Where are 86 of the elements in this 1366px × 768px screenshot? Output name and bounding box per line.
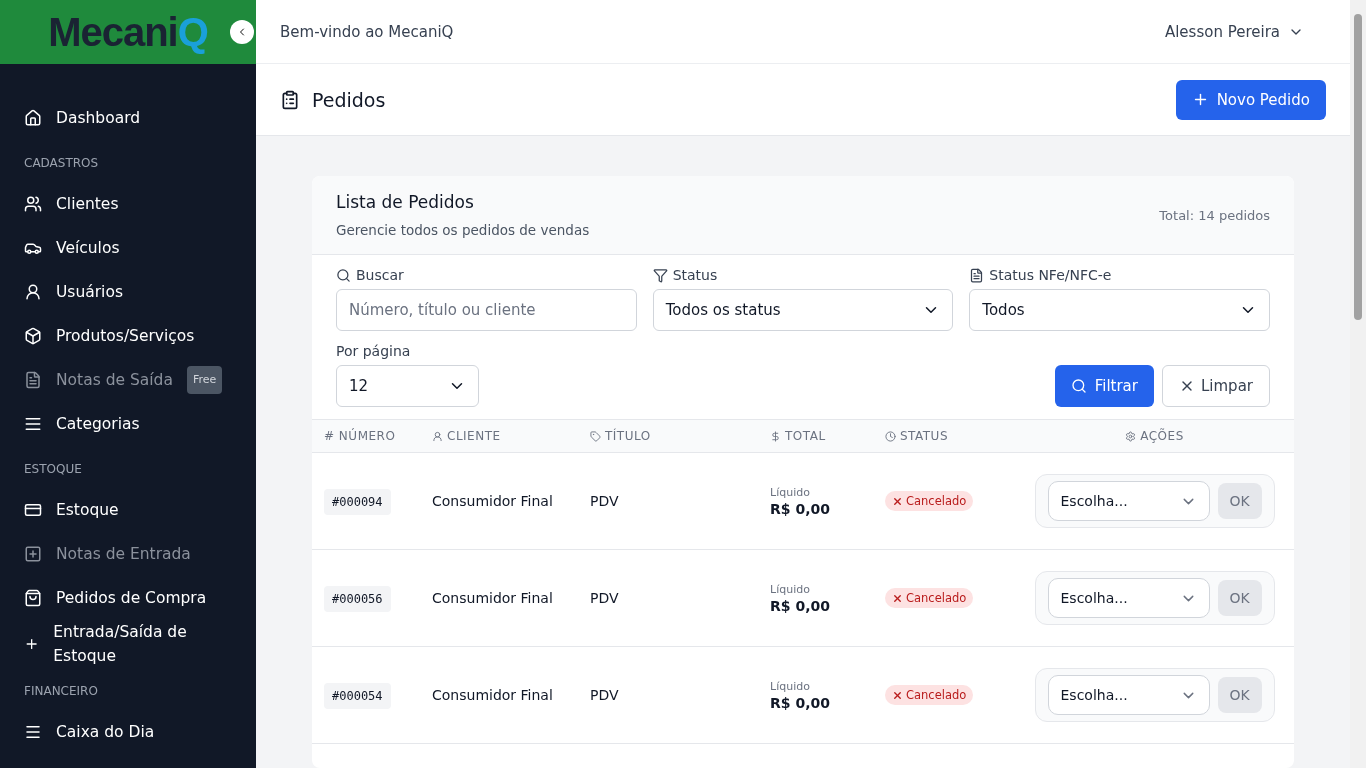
card-icon xyxy=(24,501,42,519)
ok-button[interactable]: OK xyxy=(1217,483,1262,519)
field-label: Status NFe/NFC-e xyxy=(989,267,1112,283)
logo: MecaniQ xyxy=(48,9,208,55)
status-badge: Cancelado xyxy=(885,588,974,608)
table-cell-text: PDV xyxy=(590,687,620,703)
total-count: Total: 14 pedidos xyxy=(1159,207,1270,223)
action-select[interactable]: Escolha... xyxy=(1047,578,1210,618)
new-order-button[interactable]: Novo Pedido xyxy=(1175,79,1326,120)
clock-icon xyxy=(885,430,896,442)
collapse-button[interactable] xyxy=(230,20,254,44)
total-label: Líquido xyxy=(770,679,811,693)
user-icon xyxy=(24,283,42,301)
order-number: #000054 xyxy=(324,683,391,709)
column-header: TOTAL xyxy=(785,429,826,443)
table-cell-text: Consumidor Final xyxy=(432,687,554,703)
sidebar-item[interactable]: Veículos xyxy=(24,226,224,270)
user-menu[interactable]: Alesson Pereira xyxy=(1158,21,1310,42)
gear-icon xyxy=(1125,430,1137,442)
table-cell-text: Consumidor Final xyxy=(432,493,554,509)
status-select[interactable]: Todos os status xyxy=(652,289,954,331)
total-label: Líquido xyxy=(770,485,811,499)
order-number: #000094 xyxy=(324,489,391,515)
column-header: AÇÕES xyxy=(1140,429,1184,443)
field-label: Por página xyxy=(336,343,411,359)
sidebar-item[interactable]: Dashboard xyxy=(24,96,224,140)
page-title: Pedidos xyxy=(312,88,386,111)
action-select[interactable]: Escolha... xyxy=(1047,481,1210,521)
filter-icon xyxy=(652,267,668,283)
search-field[interactable]: Número, título ou cliente xyxy=(336,289,637,331)
field-label: Status xyxy=(672,267,718,283)
search-icon xyxy=(1070,378,1087,394)
column-header: CLIENTE xyxy=(447,429,501,443)
card-title: Lista de Pedidos xyxy=(336,192,475,212)
sidebar-item[interactable]: Entrada/Saída de Estoque xyxy=(24,620,224,668)
field-label: Buscar xyxy=(356,267,404,283)
sidebar-item[interactable]: Usuários xyxy=(24,270,224,314)
welcome-text: Bem-vindo ao MecaniQ xyxy=(280,22,454,41)
box-icon xyxy=(24,327,42,345)
sidebar-item[interactable]: Pedidos de Compra xyxy=(24,576,224,620)
ok-button[interactable]: OK xyxy=(1217,580,1262,616)
clear-button[interactable]: Limpar xyxy=(1161,365,1270,407)
dollar-icon xyxy=(770,430,781,442)
user-icon xyxy=(432,430,443,442)
plus-square-icon xyxy=(24,545,42,563)
filter-button[interactable]: Filtrar xyxy=(1054,365,1154,407)
table-cell-text: PDV xyxy=(590,493,620,509)
status-badge: Cancelado xyxy=(885,491,974,511)
nfe-status-select[interactable]: Todos xyxy=(969,289,1270,331)
table-cell-text: Consumidor Final xyxy=(432,590,554,606)
x-icon xyxy=(892,689,903,701)
column-header: STATUS xyxy=(900,429,949,443)
total-value: R$ 0,00 xyxy=(770,500,831,517)
ok-button[interactable]: OK xyxy=(1217,677,1262,713)
bag-icon xyxy=(24,589,42,607)
status-badge: Cancelado xyxy=(885,685,974,705)
clipboard-icon xyxy=(280,89,300,110)
users-icon xyxy=(24,195,42,213)
document-icon xyxy=(24,371,42,389)
section-heading: FINANCEIRO xyxy=(24,684,99,698)
free-badge: Free xyxy=(186,366,223,394)
section-heading: ESTOQUE xyxy=(24,462,83,476)
column-header: # NÚMERO xyxy=(324,429,396,443)
per-page-select[interactable]: 12 xyxy=(336,365,479,407)
sidebar-item[interactable]: Clientes xyxy=(24,182,224,226)
section-heading: CADASTROS xyxy=(24,156,100,170)
x-icon xyxy=(892,495,903,507)
sidebar-item[interactable]: Categorias xyxy=(24,402,224,446)
sidebar-item[interactable]: Produtos/Serviços xyxy=(24,314,224,358)
home-icon xyxy=(24,109,42,127)
order-number: #000056 xyxy=(324,586,391,612)
total-value: R$ 0,00 xyxy=(770,597,831,614)
sidebar-item[interactable]: Caixa do Dia xyxy=(24,710,224,754)
card-subtitle: Gerencie todos os pedidos de vendas xyxy=(336,222,590,238)
table-cell-text: PDV xyxy=(590,590,620,606)
menu-icon xyxy=(24,723,42,741)
x-icon xyxy=(892,592,903,604)
search-icon xyxy=(336,267,351,283)
tag-icon xyxy=(590,430,601,442)
list-icon xyxy=(24,415,42,433)
document-icon xyxy=(969,267,985,283)
total-value: R$ 0,00 xyxy=(770,694,831,711)
sidebar-item[interactable]: Estoque xyxy=(24,488,224,532)
column-header: TÍTULO xyxy=(605,429,651,443)
action-select[interactable]: Escolha... xyxy=(1047,675,1210,715)
total-label: Líquido xyxy=(770,582,811,596)
